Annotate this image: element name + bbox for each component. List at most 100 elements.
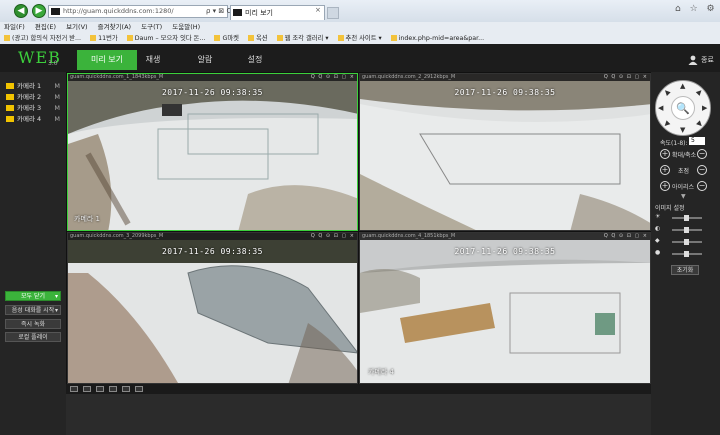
favorite-icon (90, 35, 97, 41)
focus-far-icon[interactable]: − (697, 165, 707, 175)
tile-tools-icons[interactable]: Q Q ⊙ ⊡ ▢ × (311, 233, 355, 239)
camera-list-item[interactable]: 카메라 3 M (6, 103, 66, 113)
menu-bar: 파일(F) 편집(E) 보기(V) 즐겨찾기(A) 도구(T) 도움말(H) (0, 22, 720, 33)
speed-select[interactable]: 5 (689, 137, 705, 145)
saturation-icon: ◆ (655, 237, 660, 244)
zoom-out-icon[interactable]: − (697, 149, 707, 159)
local-playback-button[interactable]: 로컬 플레이 (5, 332, 61, 342)
favorite-item[interactable]: 옥션 (247, 35, 268, 42)
menu-tools[interactable]: 도구(T) (141, 23, 162, 31)
stream-mark: M (54, 104, 60, 112)
camera-icon (6, 83, 14, 89)
user-icon[interactable] (688, 55, 698, 65)
camera-name-overlay: 카메라 4 (368, 368, 394, 376)
site-icon (51, 8, 60, 15)
timestamp-overlay: 2017-11-26 09:38:35 (454, 247, 556, 256)
close-all-button[interactable]: 모두 닫기 ▾ (5, 291, 61, 301)
camera-list-item[interactable]: 카메라 4 M (6, 114, 66, 124)
layout-4-icon[interactable] (83, 386, 91, 392)
favorite-icon (4, 35, 10, 41)
camera-label: 카메라 4 (17, 115, 42, 123)
logout-link[interactable]: 종료 (701, 55, 714, 65)
video-tile-3[interactable]: guam.quickddns.com_3_2099kbps_M Q Q ⊙ ⊡ … (67, 232, 358, 384)
window-tools-icons[interactable]: ⌂ ☆ ⚙ (675, 4, 718, 14)
ptz-left-icon[interactable]: ◀ (658, 104, 663, 112)
favorite-item[interactable]: (광고) 합의식 자전거 받... (4, 35, 81, 42)
favorite-item[interactable]: 웹 조각 갤러리 ▾ (276, 35, 329, 42)
favorite-item[interactable]: Daum – 모으자 잇다 돈... (126, 35, 205, 42)
tile-tools-icons[interactable]: Q Q ⊙ ⊡ ▢ × (311, 74, 355, 80)
timestamp-overlay: 2017-11-26 09:38:35 (454, 88, 556, 97)
menu-edit[interactable]: 편집(E) (35, 23, 56, 31)
browser-tab[interactable]: 미리 보기 (230, 5, 325, 20)
start-voice-talk-button[interactable]: 음성 대화를 시작 ▾ (5, 305, 61, 315)
contrast-icon: ◐ (655, 225, 661, 232)
iris-open-icon[interactable]: + (660, 181, 670, 191)
tab-close-icon[interactable]: × (315, 6, 321, 14)
chevron-down-icon[interactable]: ▾ (55, 306, 58, 316)
layout-9-icon[interactable] (96, 386, 104, 392)
favorite-icon (276, 35, 283, 41)
tile-tools-icons[interactable]: Q Q ⊙ ⊡ ▢ × (604, 74, 648, 80)
camera-label: 카메라 2 (17, 93, 42, 101)
camera-feed (360, 74, 650, 230)
stream-mark: M (54, 115, 60, 123)
camera-list-item[interactable]: 카메라 2 M (6, 92, 66, 102)
camera-list-item[interactable]: 카메라 1 M (6, 81, 66, 91)
focus-near-icon[interactable]: + (660, 165, 670, 175)
reset-image-button[interactable]: 초기화 (671, 265, 699, 275)
ptz-up-icon[interactable]: ▲ (680, 82, 685, 90)
menu-view[interactable]: 보기(V) (66, 23, 87, 31)
favorite-item[interactable]: 추천 사이트 ▾ (337, 35, 382, 42)
ptz-down-icon[interactable]: ▼ (680, 126, 685, 134)
favorite-icon (214, 35, 221, 41)
video-tile-2[interactable]: guam.quickddns.com_2_2912kbps_M Q Q ⊙ ⊡ … (359, 73, 651, 231)
new-tab-button[interactable] (327, 7, 339, 19)
camera-icon (6, 105, 14, 111)
zoom-in-icon[interactable]: + (660, 149, 670, 159)
favorite-item[interactable]: 11번가 (90, 35, 118, 42)
stream-mark: M (54, 82, 60, 90)
camera-name-overlay: 카메라 1 (74, 215, 100, 223)
address-bar[interactable]: http://guam.quickddns.com:1280/ (48, 5, 228, 18)
brightness-slider-handle[interactable] (684, 215, 689, 221)
camera-label: 카메라 3 (17, 104, 42, 112)
camera-sidebar (0, 72, 66, 435)
iris-close-icon[interactable]: − (697, 181, 707, 191)
favorite-icon (247, 35, 254, 41)
layout-1-icon[interactable] (70, 386, 78, 392)
image-settings-label: 이미지 설정 (655, 205, 685, 212)
video-tile-4[interactable]: guam.quickddns.com_4_1851kbps_M Q Q ⊙ ⊡ … (359, 232, 651, 384)
menu-help[interactable]: 도움말(H) (172, 23, 200, 31)
stream-mark: M (54, 93, 60, 101)
ptz-right-icon[interactable]: ▶ (702, 104, 707, 112)
address-tools-icons[interactable]: ρ ▾ ⊠ C (206, 5, 231, 17)
saturation-slider-handle[interactable] (684, 239, 689, 245)
fullscreen-icon[interactable] (122, 386, 130, 392)
hue-slider-handle[interactable] (684, 251, 689, 257)
tab-icon (233, 9, 242, 16)
video-tile-1[interactable]: guam.quickddns.com_1_1843kbps_M Q Q ⊙ ⊡ … (67, 73, 358, 231)
chevron-down-icon[interactable]: ▾ (55, 292, 58, 302)
ptz-center-zoom-icon[interactable]: 🔍 (671, 96, 695, 120)
tab-settings[interactable]: 설정 (225, 50, 285, 70)
aspect-ratio-icon[interactable] (135, 386, 143, 392)
button-label: 음성 대화를 시작 (11, 307, 55, 314)
back-button[interactable]: ◀ (14, 4, 28, 18)
menu-favorites[interactable]: 즐겨찾기(A) (98, 23, 131, 31)
collapse-arrow-icon[interactable]: ▼ (681, 193, 686, 200)
layout-16-icon[interactable] (109, 386, 117, 392)
focus-label: 초점 (678, 168, 690, 175)
favorite-icon (390, 35, 397, 41)
iris-label: 아이리스 (672, 184, 695, 191)
forward-button[interactable]: ▶ (32, 4, 46, 18)
contrast-slider-handle[interactable] (684, 227, 689, 233)
menu-file[interactable]: 파일(F) (4, 23, 25, 31)
favorite-item[interactable]: index.php-mid=area&par... (390, 35, 484, 42)
instant-record-button[interactable]: 즉시 녹화 (5, 319, 61, 329)
speed-label: 속도(1-8): (660, 140, 688, 147)
tile-tools-icons[interactable]: Q Q ⊙ ⊡ ▢ × (604, 233, 648, 239)
tab-playback[interactable]: 재생 (123, 50, 183, 70)
timestamp-overlay: 2017-11-26 09:38:35 (161, 88, 263, 97)
favorite-item[interactable]: G마켓 (214, 35, 239, 42)
